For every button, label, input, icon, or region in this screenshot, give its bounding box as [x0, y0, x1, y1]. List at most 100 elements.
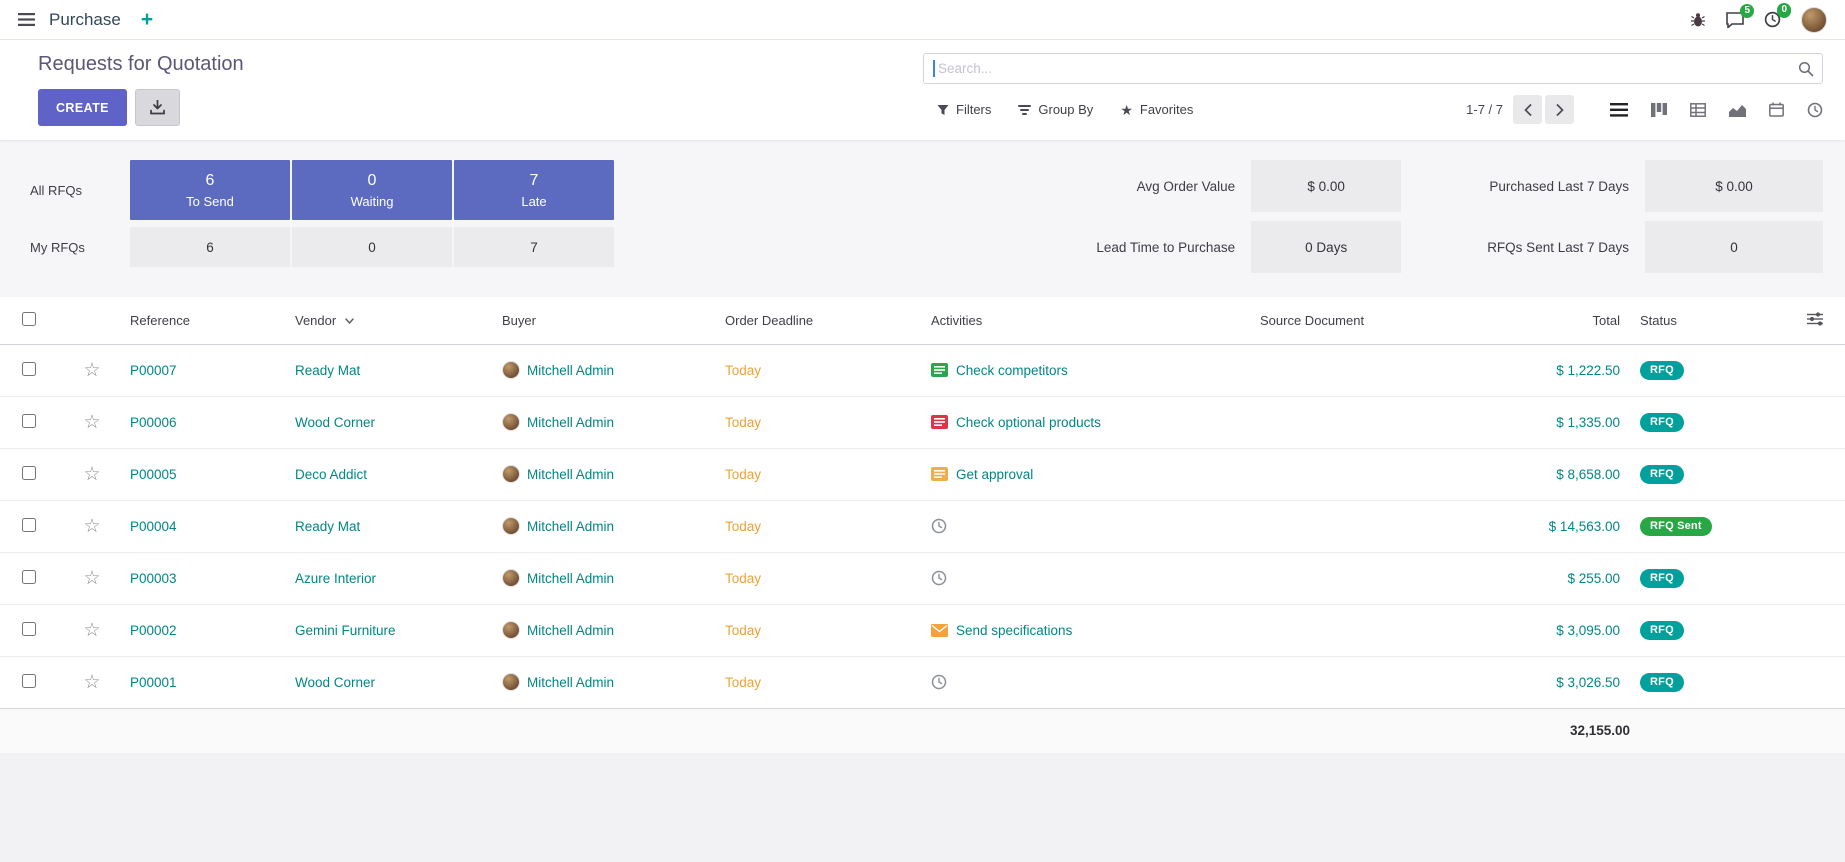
buyer-link[interactable]: Mitchell Admin [527, 415, 614, 430]
buyer-avatar [502, 673, 520, 691]
row-checkbox[interactable] [22, 570, 36, 584]
favorite-star-icon[interactable]: ☆ [83, 412, 100, 433]
activity-note-icon[interactable] [931, 467, 948, 481]
activity-label[interactable]: Check competitors [956, 363, 1068, 378]
activity-mail-icon[interactable] [931, 624, 948, 637]
column-header-total[interactable]: Total [1480, 297, 1630, 344]
rfq-filter-card[interactable]: 7 Late [454, 160, 614, 220]
vendor-link[interactable]: Wood Corner [295, 415, 375, 430]
user-avatar[interactable] [1801, 7, 1827, 33]
vendor-link[interactable]: Wood Corner [295, 675, 375, 690]
vendor-link[interactable]: Ready Mat [295, 519, 360, 534]
favorites-label: Favorites [1140, 102, 1193, 117]
buyer-link[interactable]: Mitchell Admin [527, 623, 614, 638]
favorite-star-icon[interactable]: ☆ [83, 360, 100, 381]
group-by-button[interactable]: Group By [1018, 102, 1093, 117]
buyer-link[interactable]: Mitchell Admin [527, 467, 614, 482]
kanban-view-icon[interactable] [1651, 103, 1667, 117]
apps-menu-icon[interactable] [18, 13, 35, 26]
activity-label[interactable]: Check optional products [956, 415, 1101, 430]
filters-label: Filters [956, 102, 991, 117]
rfq-filter-card[interactable]: 0 Waiting [292, 160, 452, 220]
vendor-link[interactable]: Gemini Furniture [295, 623, 396, 638]
rfq-filter-card[interactable]: 6 To Send [130, 160, 290, 220]
search-box[interactable] [923, 53, 1823, 84]
buyer-avatar [502, 413, 520, 431]
reference-link[interactable]: P00006 [130, 415, 177, 430]
activity-clock-icon[interactable] [931, 674, 947, 690]
buyer-link[interactable]: Mitchell Admin [527, 675, 614, 690]
activities-clock-icon[interactable]: 0 [1764, 11, 1781, 28]
favorites-button[interactable]: ★ Favorites [1120, 102, 1193, 117]
activity-label[interactable]: Get approval [956, 467, 1033, 482]
buyer-avatar [502, 361, 520, 379]
buyer-link[interactable]: Mitchell Admin [527, 571, 614, 586]
rfq-list: Reference Vendor Buyer Order Deadline Ac… [0, 297, 1845, 753]
rfq-table-row[interactable]: ☆ P00004 Ready Mat Mitchell Admin Today [0, 500, 1845, 552]
reference-link[interactable]: P00003 [130, 571, 177, 586]
row-checkbox[interactable] [22, 414, 36, 428]
graph-view-icon[interactable] [1729, 103, 1746, 117]
pivot-view-icon[interactable] [1690, 103, 1706, 117]
my-rfq-count[interactable]: 0 [292, 227, 452, 267]
activity-note-icon[interactable] [931, 363, 948, 377]
messages-icon[interactable]: 5 [1726, 12, 1744, 28]
rfq-table-row[interactable]: ☆ P00007 Ready Mat Mitchell Admin Today [0, 344, 1845, 396]
rfq-table-row[interactable]: ☆ P00005 Deco Addict Mitchell Admin Toda… [0, 448, 1845, 500]
activity-clock-icon[interactable] [931, 570, 947, 586]
favorite-star-icon[interactable]: ☆ [83, 568, 100, 589]
vendor-link[interactable]: Azure Interior [295, 571, 376, 586]
pager-value[interactable]: 1-7 / 7 [1466, 102, 1503, 117]
column-header-buyer[interactable]: Buyer [492, 297, 715, 344]
row-checkbox[interactable] [22, 362, 36, 376]
search-input[interactable] [935, 61, 1790, 76]
column-header-vendor[interactable]: Vendor [285, 297, 492, 344]
column-header-reference[interactable]: Reference [120, 297, 285, 344]
reference-link[interactable]: P00005 [130, 467, 177, 482]
favorite-star-icon[interactable]: ☆ [83, 464, 100, 485]
row-checkbox[interactable] [22, 622, 36, 636]
reference-link[interactable]: P00002 [130, 623, 177, 638]
buyer-link[interactable]: Mitchell Admin [527, 519, 614, 534]
column-header-deadline[interactable]: Order Deadline [715, 297, 921, 344]
reference-link[interactable]: P00007 [130, 363, 177, 378]
rfq-table-row[interactable]: ☆ P00002 Gemini Furniture Mitchell Admin… [0, 604, 1845, 656]
favorite-star-icon[interactable]: ☆ [83, 620, 100, 641]
reference-link[interactable]: P00001 [130, 675, 177, 690]
buyer-link[interactable]: Mitchell Admin [527, 363, 614, 378]
reference-link[interactable]: P00004 [130, 519, 177, 534]
my-rfq-count[interactable]: 7 [454, 227, 614, 267]
my-rfq-count[interactable]: 6 [130, 227, 290, 267]
favorite-star-icon[interactable]: ☆ [83, 516, 100, 537]
activity-clock-icon[interactable] [931, 518, 947, 534]
new-tab-button[interactable]: + [141, 9, 153, 30]
pager-next-button[interactable] [1545, 95, 1574, 124]
debug-bug-icon[interactable] [1690, 12, 1706, 28]
status-badge: RFQ [1640, 361, 1684, 380]
calendar-view-icon[interactable] [1769, 102, 1784, 117]
activity-note-icon[interactable] [931, 415, 948, 429]
row-checkbox[interactable] [22, 518, 36, 532]
vendor-link[interactable]: Ready Mat [295, 363, 360, 378]
rfq-table-row[interactable]: ☆ P00003 Azure Interior Mitchell Admin T… [0, 552, 1845, 604]
vendor-link[interactable]: Deco Addict [295, 467, 367, 482]
pager-previous-button[interactable] [1513, 95, 1542, 124]
row-checkbox[interactable] [22, 674, 36, 688]
filters-button[interactable]: Filters [937, 102, 991, 117]
optional-columns-icon[interactable] [1807, 312, 1823, 326]
rfq-table-row[interactable]: ☆ P00001 Wood Corner Mitchell Admin Toda… [0, 656, 1845, 708]
export-button[interactable] [135, 89, 180, 126]
list-view-icon[interactable] [1610, 103, 1628, 117]
create-button[interactable]: CREATE [38, 89, 127, 126]
favorite-star-icon[interactable]: ☆ [83, 672, 100, 693]
select-all-checkbox[interactable] [22, 312, 36, 326]
activity-view-icon[interactable] [1807, 102, 1823, 118]
column-header-source[interactable]: Source Document [1250, 297, 1480, 344]
column-header-activities[interactable]: Activities [921, 297, 1250, 344]
row-checkbox[interactable] [22, 466, 36, 480]
activity-label[interactable]: Send specifications [956, 623, 1072, 638]
search-icon[interactable] [1798, 61, 1814, 77]
column-header-status[interactable]: Status [1630, 297, 1785, 344]
rfq-table-row[interactable]: ☆ P00006 Wood Corner Mitchell Admin Toda… [0, 396, 1845, 448]
current-app-name[interactable]: Purchase [49, 10, 121, 30]
